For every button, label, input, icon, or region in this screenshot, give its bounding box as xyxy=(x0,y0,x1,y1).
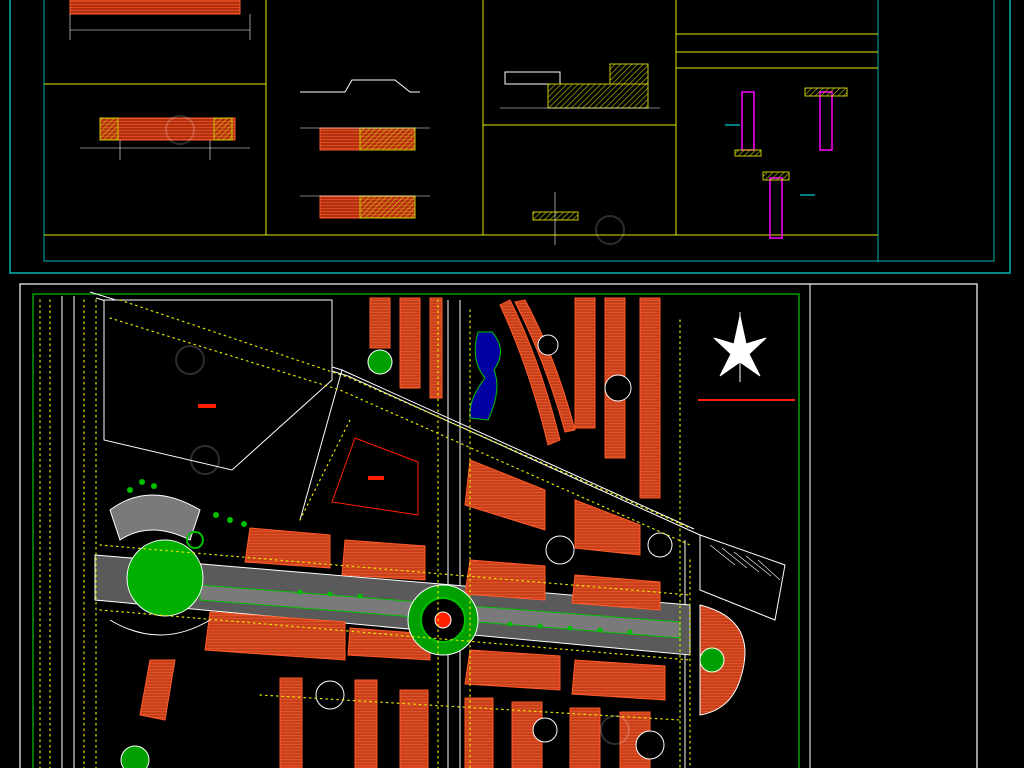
parking-lot-east xyxy=(699,534,786,621)
detail-panel-1 xyxy=(44,0,266,160)
beam-section-detail xyxy=(532,211,579,221)
column-section-detail-1 xyxy=(741,91,755,151)
vacant-block-north xyxy=(103,299,333,471)
detail-panel-4 xyxy=(676,33,878,239)
vacant-block-label-north xyxy=(198,404,216,408)
water-feature xyxy=(469,331,501,421)
detail-panel-3 xyxy=(483,63,676,245)
curb-profile-detail xyxy=(300,79,420,93)
column-section-detail-2 xyxy=(819,91,833,151)
wall-section-detail-top xyxy=(69,0,241,15)
column-section-detail-3 xyxy=(769,177,783,239)
cad-drawing-canvas xyxy=(9,0,1011,768)
plaza-lawn-large xyxy=(126,539,204,617)
north-arrow-icon xyxy=(713,312,767,382)
details-sheet xyxy=(9,0,1011,274)
detail-panel-2 xyxy=(300,79,430,219)
site-plan-sheet xyxy=(19,283,978,768)
slab-section-detail xyxy=(504,71,561,85)
central-roundabout xyxy=(407,584,479,656)
vacant-block-label-center xyxy=(368,476,384,480)
